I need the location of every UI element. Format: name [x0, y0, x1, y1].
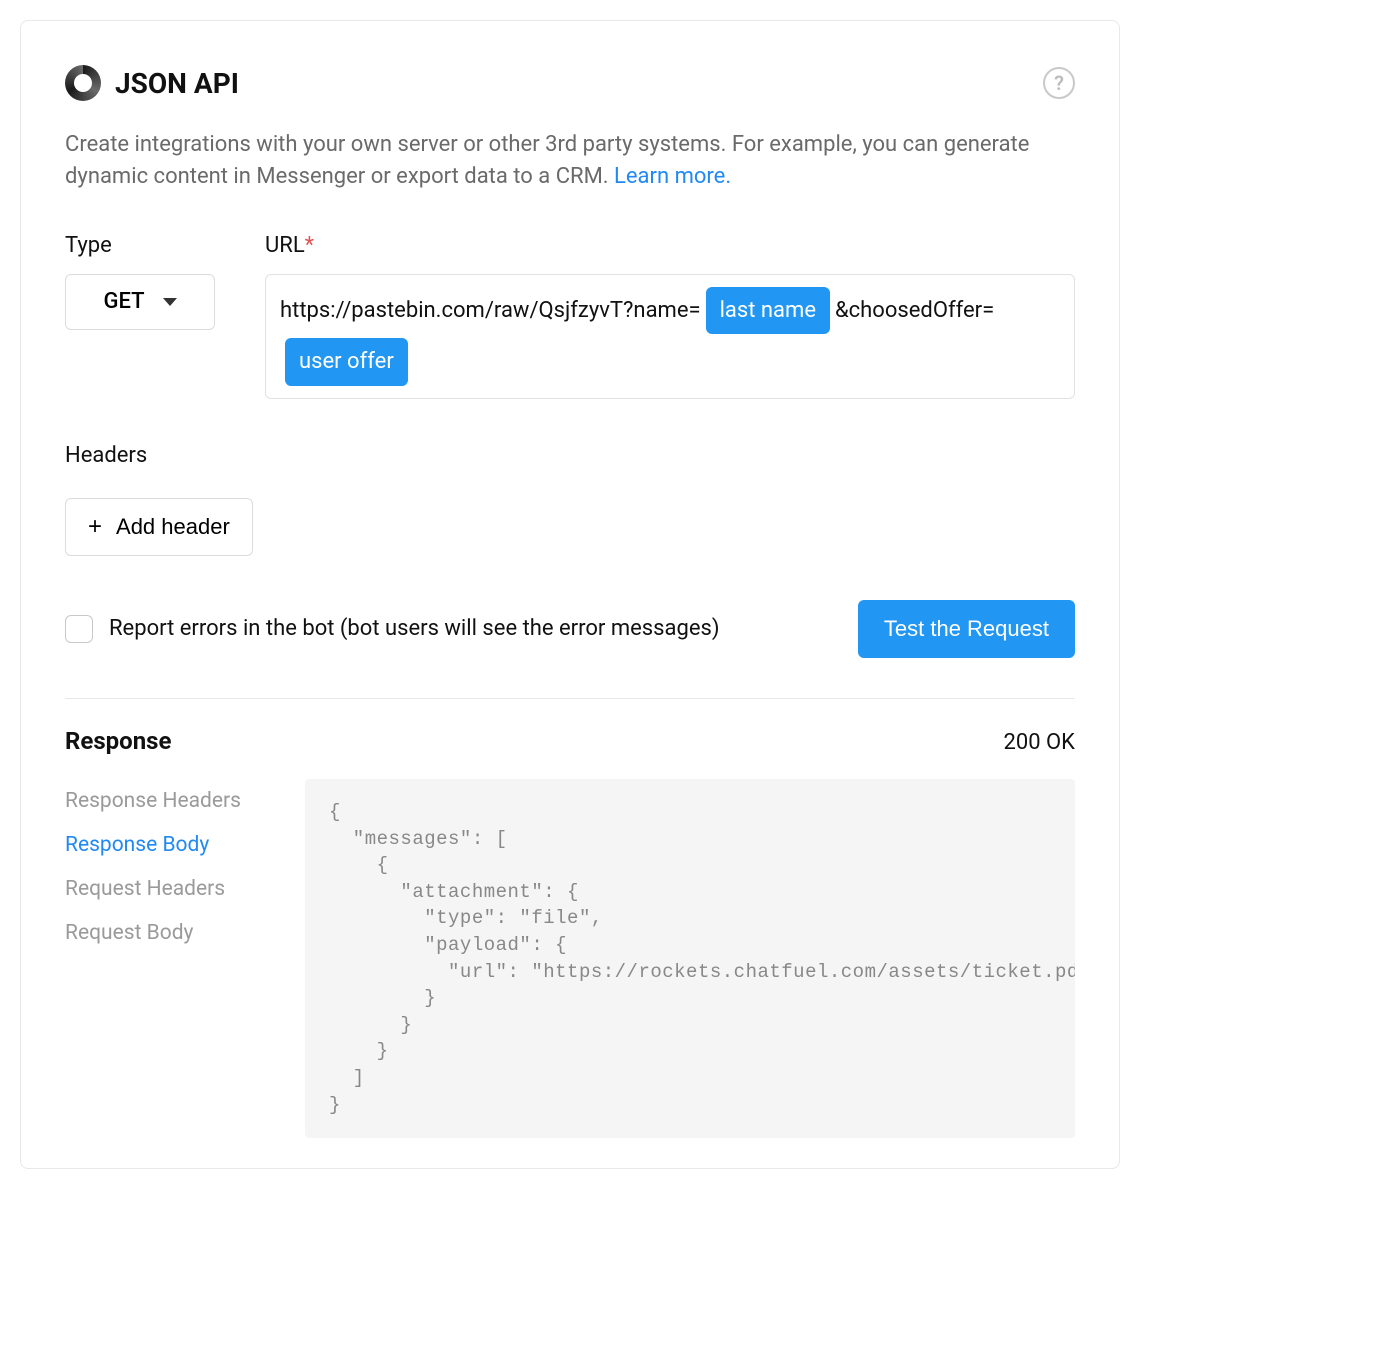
learn-more-link[interactable]: Learn more.: [614, 164, 731, 189]
tab-response-body[interactable]: Response Body: [65, 823, 265, 867]
variable-chip-last-name[interactable]: last name: [706, 287, 830, 335]
url-text-segment: &choosedOffer=: [835, 298, 994, 323]
report-errors-label: Report errors in the bot (bot users will…: [109, 616, 720, 641]
headers-label: Headers: [65, 443, 1075, 468]
header-row: JSON API ?: [65, 65, 1075, 101]
type-select[interactable]: GET: [65, 274, 215, 330]
card-title: JSON API: [115, 67, 239, 100]
response-header: Response 200 OK: [65, 727, 1075, 755]
action-row: Report errors in the bot (bot users will…: [65, 600, 1075, 658]
headers-section: Headers + Add header: [65, 443, 1075, 556]
url-text-segment: https://pastebin.com/raw/QsjfzyvT?name=: [280, 298, 701, 323]
response-title: Response: [65, 727, 171, 755]
required-asterisk: *: [305, 233, 314, 258]
help-icon[interactable]: ?: [1043, 67, 1075, 99]
form-row: Type GET URL* https://pastebin.com/raw/Q…: [65, 233, 1075, 399]
type-column: Type GET: [65, 233, 265, 399]
divider: [65, 698, 1075, 699]
json-api-logo-icon: [65, 65, 101, 101]
type-label: Type: [65, 233, 265, 258]
url-input[interactable]: https://pastebin.com/raw/QsjfzyvT?name=l…: [265, 274, 1075, 399]
description: Create integrations with your own server…: [65, 129, 1075, 193]
response-nav: Response Headers Response Body Request H…: [65, 779, 265, 1138]
report-errors-checkbox[interactable]: [65, 615, 93, 643]
url-column: URL* https://pastebin.com/raw/QsjfzyvT?n…: [265, 233, 1075, 399]
add-header-button[interactable]: + Add header: [65, 498, 253, 556]
response-body-row: Response Headers Response Body Request H…: [65, 779, 1075, 1138]
json-api-card: JSON API ? Create integrations with your…: [20, 20, 1120, 1169]
tab-request-body[interactable]: Request Body: [65, 911, 265, 955]
tab-response-headers[interactable]: Response Headers: [65, 779, 265, 823]
variable-chip-user-offer[interactable]: user offer: [285, 338, 408, 386]
plus-icon: +: [88, 513, 102, 541]
tab-request-headers[interactable]: Request Headers: [65, 867, 265, 911]
test-request-button[interactable]: Test the Request: [858, 600, 1075, 658]
add-header-label: Add header: [116, 514, 230, 540]
url-label: URL*: [265, 233, 1075, 258]
type-value: GET: [103, 289, 144, 314]
chevron-down-icon: [163, 298, 177, 306]
description-text: Create integrations with your own server…: [65, 132, 1029, 189]
response-code[interactable]: { "messages": [ { "attachment": { "type"…: [305, 779, 1075, 1138]
response-status: 200 OK: [1004, 730, 1076, 755]
